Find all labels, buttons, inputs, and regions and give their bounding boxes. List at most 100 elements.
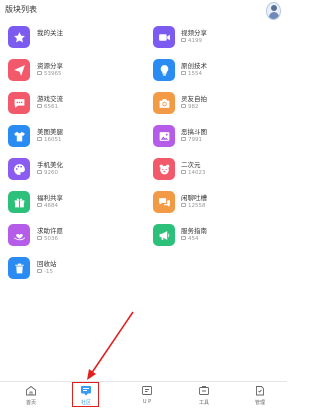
board-name: 恶搞斗图 <box>181 128 207 136</box>
header: 版块列表 <box>0 0 287 22</box>
board-count: 12558 <box>181 203 206 209</box>
board-count: -15 <box>37 269 53 275</box>
palette-icon <box>8 158 30 180</box>
home-icon <box>26 385 36 396</box>
trash-icon <box>8 257 30 279</box>
board-count: 9260 <box>37 170 58 176</box>
tab-label: U P <box>142 399 152 405</box>
board-count-value: 982 <box>188 104 199 110</box>
board-count-value: 454 <box>188 236 199 242</box>
board-name: 灵友自拍 <box>181 95 207 103</box>
megaphone-icon <box>153 224 175 246</box>
page-title: 版块列表 <box>5 5 37 14</box>
board-count-value: -15 <box>44 269 53 275</box>
chat-icon <box>8 92 30 114</box>
board-item-help-wish[interactable]: 求助许愿 5036 <box>0 222 143 258</box>
board-count: 4199 <box>181 38 202 44</box>
board-item-game-chat[interactable]: 游戏交流 6561 <box>0 90 143 126</box>
board-count-value: 12558 <box>188 203 206 209</box>
hand-heart-icon <box>8 224 30 246</box>
tools-icon <box>199 386 209 395</box>
post-count-icon <box>37 104 42 108</box>
board-item-original-tech[interactable]: 原创技术 1554 <box>143 57 286 93</box>
board-name: 原创技术 <box>181 62 207 70</box>
post-count-icon <box>181 71 186 75</box>
board-item-my-follow[interactable]: 我的关注 <box>0 24 143 60</box>
avatar-body <box>269 12 279 19</box>
post-count-icon <box>37 236 42 240</box>
board-count: 982 <box>181 104 199 110</box>
tab-up[interactable]: U P <box>127 382 167 410</box>
board-item-beauty[interactable]: 美图美腿 16051 <box>0 123 143 159</box>
board-item-recycle-bin[interactable]: 回收站 -15 <box>0 255 143 291</box>
board-count: 454 <box>181 236 199 242</box>
board-name: 求助许愿 <box>37 227 63 235</box>
post-count-icon <box>37 203 42 207</box>
board-item-selfie[interactable]: 灵友自拍 982 <box>143 90 286 126</box>
post-count-icon <box>181 104 186 108</box>
board-item-video-share[interactable]: 视频分享 4199 <box>143 24 286 60</box>
post-count-icon <box>37 170 42 174</box>
star-icon <box>8 26 30 48</box>
tab-tools[interactable]: 工具 <box>184 382 224 410</box>
board-item-chitchat[interactable]: 闲聊吐槽 12558 <box>143 189 286 225</box>
board-item-service-guide[interactable]: 服务指南 454 <box>143 222 286 258</box>
avatar-head <box>271 5 277 11</box>
board-count: 14023 <box>181 170 206 176</box>
image-icon <box>153 125 175 147</box>
board-count-value: 9260 <box>44 170 58 176</box>
tab-label: 工具 <box>198 400 209 406</box>
board-item-anime[interactable]: 二次元 14023 <box>143 156 286 192</box>
post-count-icon <box>181 170 186 174</box>
send-icon <box>8 59 30 81</box>
shirt-icon <box>8 125 30 147</box>
post-count-icon <box>181 137 186 141</box>
up-icon <box>142 386 152 395</box>
tab-home[interactable]: 首页 <box>11 382 51 410</box>
post-count-icon <box>37 137 42 141</box>
post-count-icon <box>37 71 42 75</box>
board-count-value: 1554 <box>188 71 202 77</box>
board-item-welfare[interactable]: 福利共享 4684 <box>0 189 143 225</box>
board-count-value: 4199 <box>188 38 202 44</box>
tab-label: 管理 <box>254 400 265 406</box>
board-name: 游戏交流 <box>37 95 63 103</box>
board-count: 1554 <box>181 71 202 77</box>
board-name: 闲聊吐槽 <box>181 194 207 202</box>
board-count-value: 5036 <box>44 236 58 242</box>
board-name: 美图美腿 <box>37 128 63 136</box>
gift-icon <box>8 191 30 213</box>
manage-icon <box>256 386 264 396</box>
post-count-icon <box>37 269 42 273</box>
post-count-icon <box>181 203 186 207</box>
board-item-meme[interactable]: 恶搞斗图 7991 <box>143 123 286 159</box>
board-name: 我的关注 <box>37 29 63 37</box>
board-count: 6561 <box>37 104 58 110</box>
avatar[interactable] <box>266 2 281 20</box>
post-count-icon <box>181 236 186 240</box>
board-count-value: 16051 <box>44 137 62 143</box>
tab-manage[interactable]: 管理 <box>240 382 280 410</box>
bottom-tab-bar: 首页 社区 U P 工具 管理 <box>0 381 287 410</box>
post-count-icon <box>181 38 186 42</box>
board-count: 5036 <box>37 236 58 242</box>
board-name: 服务指南 <box>181 227 207 235</box>
board-count: 4684 <box>37 203 58 209</box>
board-name: 福利共享 <box>37 194 63 202</box>
board-name: 视频分享 <box>181 29 207 37</box>
board-count-value: 7991 <box>188 137 202 143</box>
board-count-value: 53965 <box>44 71 62 77</box>
board-count-value: 14023 <box>188 170 206 176</box>
board-name: 回收站 <box>37 260 57 268</box>
board-name: 资源分享 <box>37 62 63 70</box>
bulb-icon <box>153 59 175 81</box>
camera-icon <box>153 92 175 114</box>
board-count-value: 6561 <box>44 104 58 110</box>
board-count: 53965 <box>37 71 62 77</box>
board-name: 二次元 <box>181 161 201 169</box>
board-name: 手机美化 <box>37 161 63 169</box>
board-item-resource-share[interactable]: 资源分享 53965 <box>0 57 143 93</box>
board-item-phone-theme[interactable]: 手机美化 9260 <box>0 156 143 192</box>
video-icon <box>153 26 175 48</box>
board-count: 7991 <box>181 137 202 143</box>
